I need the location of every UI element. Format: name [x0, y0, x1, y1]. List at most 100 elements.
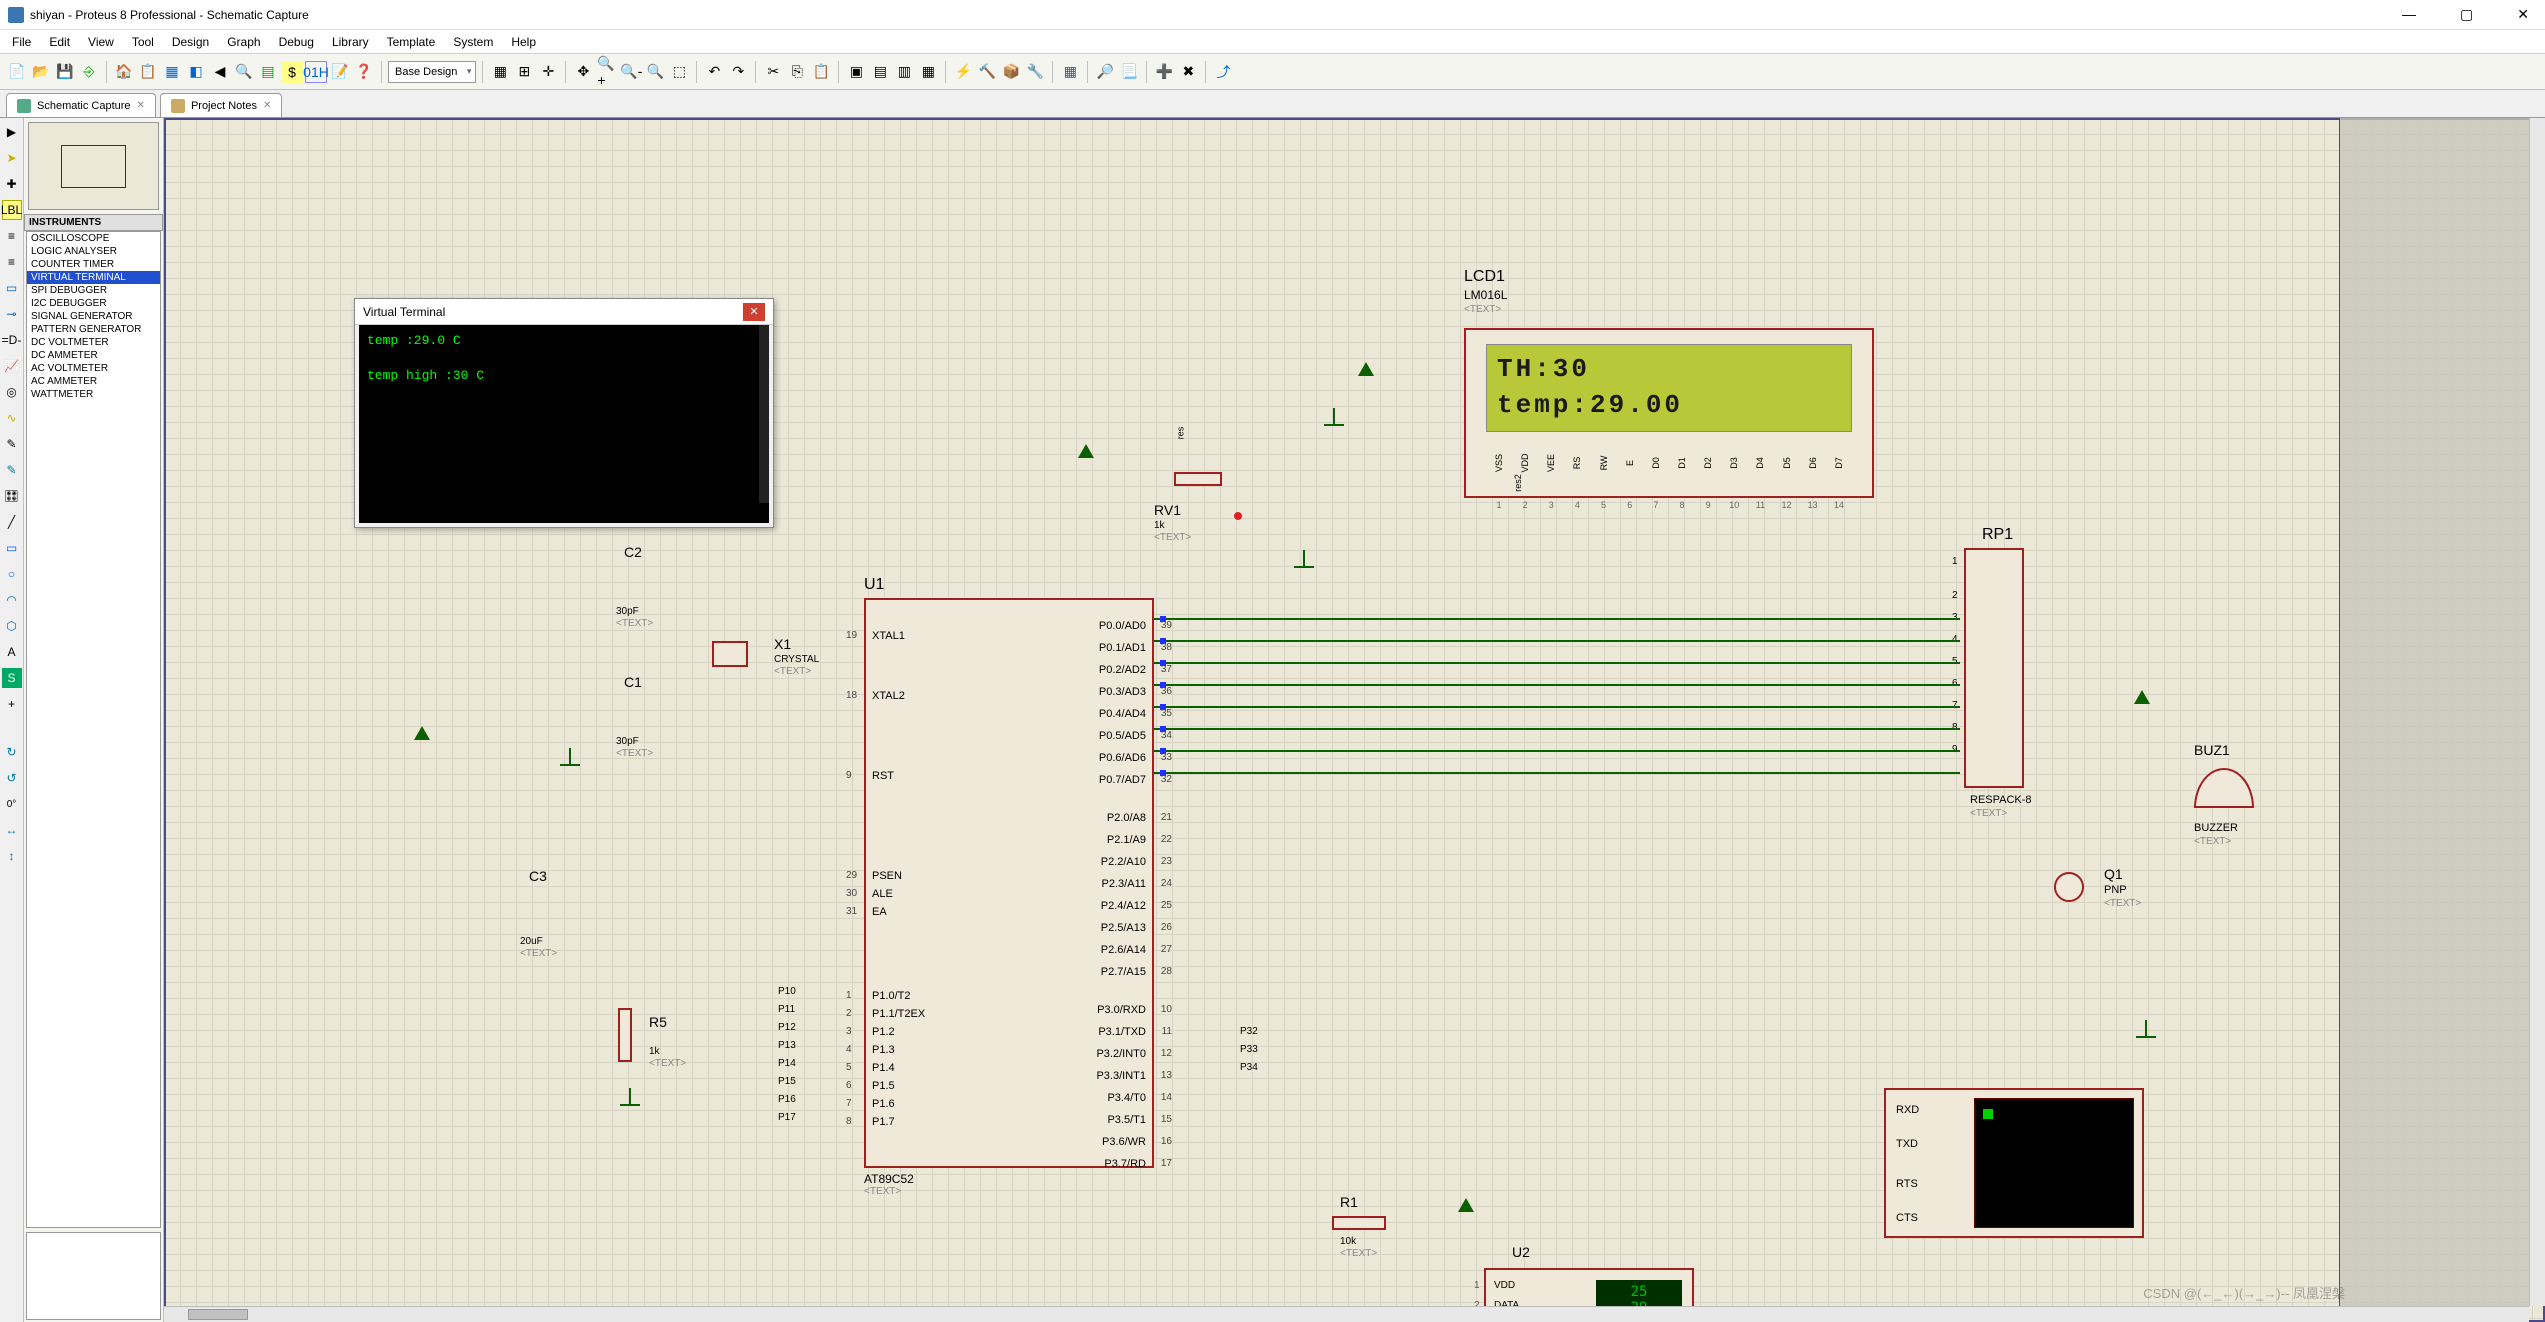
line-icon[interactable]: ╱	[2, 512, 22, 532]
new-sheet-icon[interactable]: ➕	[1153, 61, 1175, 83]
respack-rp1[interactable]: 123456789	[1964, 548, 2024, 788]
list-item[interactable]: AC VOLTMETER	[27, 362, 160, 375]
vertical-scrollbar[interactable]	[2529, 118, 2545, 1306]
text-icon[interactable]: A	[2, 642, 22, 662]
virtual-terminal-close-icon[interactable]: ✕	[743, 303, 765, 321]
snap-icon[interactable]: ⊞	[513, 61, 535, 83]
home-icon[interactable]: 🏠	[113, 61, 135, 83]
wire-autorouter-icon[interactable]: ▦	[1059, 61, 1081, 83]
copy-icon[interactable]: ⎘	[786, 61, 808, 83]
device-pins-icon[interactable]: =D-	[2, 330, 22, 350]
pick-icon[interactable]: ⚡	[952, 61, 974, 83]
menu-help[interactable]: Help	[503, 33, 544, 51]
block-rotate-icon[interactable]: ▥	[893, 61, 915, 83]
origin-icon[interactable]: ✛	[537, 61, 559, 83]
list-item[interactable]: I2C DEBUGGER	[27, 297, 160, 310]
horizontal-scrollbar[interactable]	[164, 1306, 2529, 1322]
subcircuit-icon[interactable]: ▭	[2, 278, 22, 298]
close-tab-icon[interactable]: ✕	[137, 100, 145, 111]
zoom-area-icon[interactable]: ⬚	[668, 61, 690, 83]
menu-tool[interactable]: Tool	[124, 33, 162, 51]
undo-icon[interactable]: ↶	[703, 61, 725, 83]
terminal-icon[interactable]: ⊸	[2, 304, 22, 324]
menu-edit[interactable]: Edit	[41, 33, 78, 51]
notes-icon[interactable]: 📝	[329, 61, 351, 83]
cost-icon[interactable]: $	[281, 61, 303, 83]
bom-icon[interactable]: ▤	[257, 61, 279, 83]
list-item[interactable]: DC VOLTMETER	[27, 336, 160, 349]
pot-wiper[interactable]	[1234, 512, 1242, 520]
lcd-component[interactable]: TH:30 temp:29.00 VSS1VDD2VEE3RS4RW5E6D07…	[1464, 328, 1874, 498]
rotate-ccw-icon[interactable]: ↺	[2, 768, 22, 788]
instrument-icon[interactable]: 🎛	[2, 486, 22, 506]
schematic-icon[interactable]: 📋	[137, 61, 159, 83]
path-icon[interactable]: ⬡	[2, 616, 22, 636]
circle-icon[interactable]: ○	[2, 564, 22, 584]
close-button[interactable]: ✕	[2509, 6, 2537, 23]
zoom-in-icon[interactable]: 🔍+	[596, 61, 618, 83]
package-icon[interactable]: 📦	[1000, 61, 1022, 83]
wire-label-icon[interactable]: LBL	[2, 200, 22, 220]
property-icon[interactable]: 📃	[1118, 61, 1140, 83]
tab-schematic-capture[interactable]: Schematic Capture ✕	[6, 93, 156, 117]
list-item[interactable]: PATTERN GENERATOR	[27, 323, 160, 336]
list-item[interactable]: SPI DEBUGGER	[27, 284, 160, 297]
pcb-icon[interactable]: ▦	[161, 61, 183, 83]
resistor-r1[interactable]	[1332, 1216, 1386, 1230]
list-item[interactable]: LOGIC ANALYSER	[27, 245, 160, 258]
list-item[interactable]: WATTMETER	[27, 388, 160, 401]
graph-icon[interactable]: 📈	[2, 356, 22, 376]
overview-panel[interactable]	[28, 122, 159, 210]
buzzer-buz1[interactable]	[2194, 768, 2254, 808]
3d-icon[interactable]: ◧	[185, 61, 207, 83]
menu-template[interactable]: Template	[379, 33, 444, 51]
decompose-icon[interactable]: 🔧	[1024, 61, 1046, 83]
menu-view[interactable]: View	[80, 33, 122, 51]
list-item[interactable]: DC AMMETER	[27, 349, 160, 362]
make-device-icon[interactable]: 🔨	[976, 61, 998, 83]
marker-icon[interactable]: +	[2, 694, 22, 714]
grid-toggle-icon[interactable]: ▦	[489, 61, 511, 83]
crystal-x1[interactable]	[712, 641, 748, 667]
arc-icon[interactable]: ◠	[2, 590, 22, 610]
close-project-icon[interactable]: ⎆	[78, 61, 100, 83]
cut-icon[interactable]: ✂	[762, 61, 784, 83]
rotate-cw-icon[interactable]: ↻	[2, 742, 22, 762]
design-explorer-icon[interactable]: 🔍	[233, 61, 255, 83]
list-item[interactable]: VIRTUAL TERMINAL	[27, 271, 160, 284]
redo-icon[interactable]: ↷	[727, 61, 749, 83]
serial-terminal[interactable]: RXD TXD RTS CTS	[1884, 1088, 2144, 1238]
generator-icon[interactable]: ∿	[2, 408, 22, 428]
canvas-area[interactable]: LCD1 LM016L <TEXT> TH:30 temp:29.00 VSS1…	[164, 118, 2545, 1322]
virtual-terminal-titlebar[interactable]: Virtual Terminal ✕	[355, 299, 773, 325]
open-icon[interactable]: 📂	[30, 61, 52, 83]
box-icon[interactable]: ▭	[2, 538, 22, 558]
menu-library[interactable]: Library	[324, 33, 377, 51]
new-project-icon[interactable]: 📄	[6, 61, 28, 83]
menu-design[interactable]: Design	[164, 33, 217, 51]
gerber-icon[interactable]: ◀	[209, 61, 231, 83]
transistor-q1[interactable]	[2054, 872, 2084, 902]
close-tab-icon[interactable]: ✕	[263, 100, 271, 111]
resistor-r5[interactable]	[618, 1008, 632, 1062]
design-combo[interactable]: Base Design	[388, 61, 476, 83]
component-icon[interactable]: ➤	[2, 148, 22, 168]
list-item[interactable]: COUNTER TIMER	[27, 258, 160, 271]
paste-icon[interactable]: 📋	[810, 61, 832, 83]
minimize-button[interactable]: —	[2394, 6, 2424, 23]
tape-icon[interactable]: ◎	[2, 382, 22, 402]
mirror-v-icon[interactable]: ↕	[2, 846, 22, 866]
probe-v-icon[interactable]: ✎	[2, 434, 22, 454]
menu-system[interactable]: System	[445, 33, 501, 51]
maximize-button[interactable]: ▢	[2452, 6, 2481, 23]
selection-icon[interactable]: ▶	[2, 122, 22, 142]
block-move-icon[interactable]: ▤	[869, 61, 891, 83]
help-icon[interactable]: ❓	[353, 61, 375, 83]
list-item[interactable]: AC AMMETER	[27, 375, 160, 388]
block-delete-icon[interactable]: ▦	[917, 61, 939, 83]
block-copy-icon[interactable]: ▣	[845, 61, 867, 83]
menu-graph[interactable]: Graph	[219, 33, 268, 51]
virtual-terminal-window[interactable]: Virtual Terminal ✕ temp :29.0 C temp hig…	[354, 298, 774, 528]
probe-i-icon[interactable]: ✎	[2, 460, 22, 480]
zoom-out-icon[interactable]: 🔍-	[620, 61, 642, 83]
